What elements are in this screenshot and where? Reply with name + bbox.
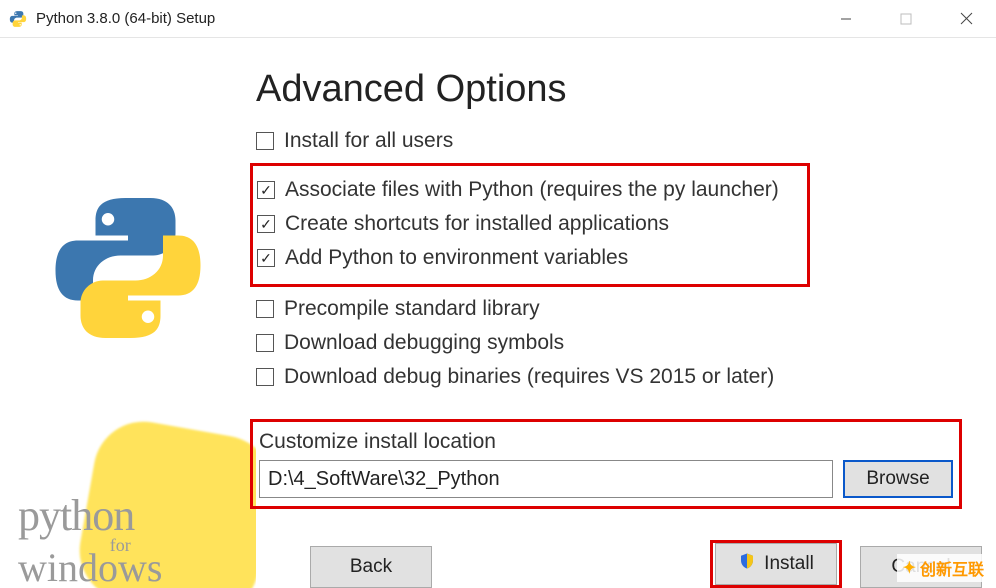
minimize-button[interactable] bbox=[816, 0, 876, 37]
option-label: Add Python to environment variables bbox=[285, 246, 628, 270]
install-button-label: Install bbox=[764, 553, 814, 575]
checkbox-icon[interactable] bbox=[256, 368, 274, 386]
close-button[interactable] bbox=[936, 0, 996, 37]
watermark: ✦ 创新互联 bbox=[897, 554, 990, 582]
option-download-debug-symbols[interactable]: Download debugging symbols bbox=[256, 331, 976, 355]
option-install-all-users[interactable]: Install for all users bbox=[256, 129, 976, 153]
checkbox-icon[interactable] bbox=[257, 249, 275, 267]
checkbox-icon[interactable] bbox=[257, 181, 275, 199]
window-title: Python 3.8.0 (64-bit) Setup bbox=[36, 10, 816, 27]
option-create-shortcuts[interactable]: Create shortcuts for installed applicati… bbox=[257, 212, 803, 236]
bottom-button-bar: Back Install Cancel bbox=[256, 542, 982, 588]
highlight-box-options: Associate files with Python (requires th… bbox=[250, 163, 810, 287]
spark-icon: ✦ bbox=[903, 558, 916, 578]
titlebar: Python 3.8.0 (64-bit) Setup bbox=[0, 0, 996, 38]
option-label: Download debugging symbols bbox=[284, 331, 564, 355]
maximize-button[interactable] bbox=[876, 0, 936, 37]
install-location-label: Customize install location bbox=[259, 430, 953, 454]
option-label: Download debug binaries (requires VS 201… bbox=[284, 365, 774, 389]
watermark-text: 创新互联 bbox=[920, 556, 984, 580]
window-controls bbox=[816, 0, 996, 37]
python-app-icon bbox=[8, 9, 28, 29]
python-logo bbox=[48, 188, 208, 353]
checkbox-icon[interactable] bbox=[256, 300, 274, 318]
install-location-input[interactable] bbox=[259, 460, 833, 498]
highlight-box-location: Customize install location Browse bbox=[250, 419, 962, 509]
checkbox-icon[interactable] bbox=[256, 334, 274, 352]
option-label: Associate files with Python (requires th… bbox=[285, 178, 779, 202]
brand-windows: windows bbox=[18, 548, 162, 588]
brand-python: python bbox=[18, 494, 162, 538]
option-label: Install for all users bbox=[284, 129, 453, 153]
brand-text: python for windows bbox=[18, 494, 162, 588]
option-download-debug-binaries[interactable]: Download debug binaries (requires VS 201… bbox=[256, 365, 976, 389]
shield-icon bbox=[738, 552, 756, 576]
sidebar: python for windows bbox=[0, 38, 256, 588]
browse-button[interactable]: Browse bbox=[843, 460, 953, 498]
highlight-box-install: Install bbox=[710, 540, 842, 588]
option-precompile[interactable]: Precompile standard library bbox=[256, 297, 976, 321]
checkbox-icon[interactable] bbox=[257, 215, 275, 233]
checkbox-icon[interactable] bbox=[256, 132, 274, 150]
page-title: Advanced Options bbox=[256, 68, 976, 111]
option-associate-files[interactable]: Associate files with Python (requires th… bbox=[257, 178, 803, 202]
option-label: Precompile standard library bbox=[284, 297, 540, 321]
main-panel: Advanced Options Install for all users A… bbox=[256, 38, 996, 588]
back-button[interactable]: Back bbox=[310, 546, 432, 588]
option-label: Create shortcuts for installed applicati… bbox=[285, 212, 669, 236]
option-add-env-vars[interactable]: Add Python to environment variables bbox=[257, 246, 803, 270]
install-button[interactable]: Install bbox=[715, 543, 837, 585]
